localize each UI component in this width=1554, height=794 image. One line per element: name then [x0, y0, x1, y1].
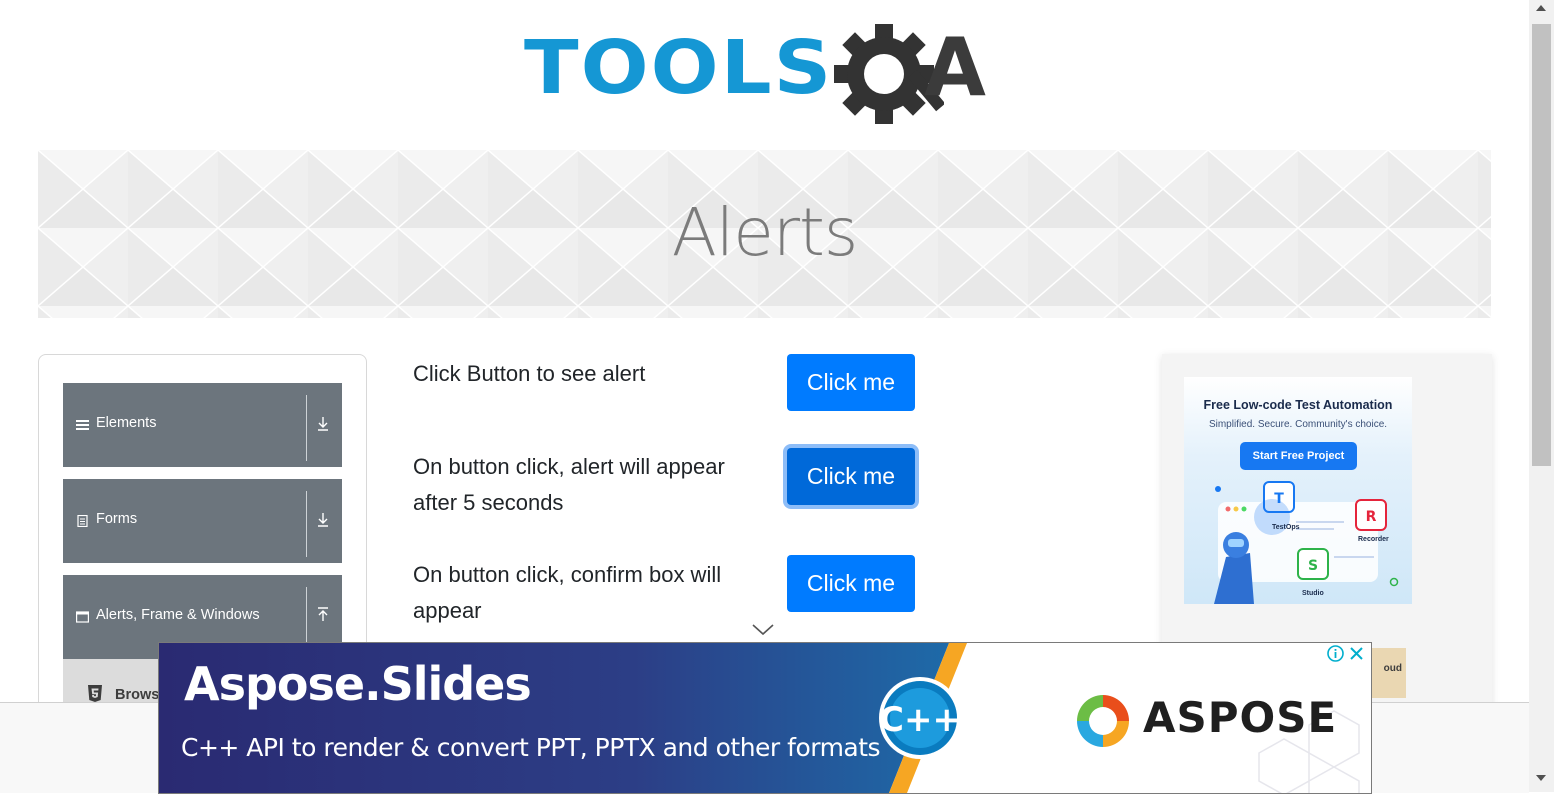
divider [306, 491, 307, 557]
katalon-ad[interactable]: Free Low-code Test Automation Simplified… [1184, 377, 1412, 604]
ad-tool-label: Recorder [1358, 536, 1389, 543]
sidebar-group-label: Forms [96, 511, 138, 527]
svg-text:S: S [1308, 558, 1318, 574]
ad-headline: Free Low-code Test Automation [1203, 398, 1393, 412]
timer-alert-row-text: On button click, alert will appear after… [413, 454, 725, 515]
aspose-brand-text: ASPOSE [1143, 693, 1338, 742]
ad-info-icon[interactable] [1326, 644, 1345, 663]
ad-title: Aspose.Slides [184, 657, 532, 711]
ad-tagline: Simplified. Secure. Community's choice. [1208, 419, 1388, 430]
logo-tools-text: TOOLS [524, 24, 834, 111]
ad-tool-label: Studio [1302, 590, 1324, 597]
sidebar-group-label: Elements [96, 415, 157, 431]
chevron-down-icon[interactable] [752, 624, 774, 636]
scrollbar-thumb[interactable] [1532, 24, 1551, 466]
bottom-banner-ad[interactable]: Aspose.Slides C++ API to render & conver… [158, 642, 1372, 794]
ad-cta-button[interactable]: Start Free Project [1240, 442, 1357, 470]
peek-text: oud [1383, 663, 1402, 674]
confirm-button[interactable]: Click me [787, 555, 915, 612]
toolsqa-logo[interactable]: TOOLS A QA [524, 22, 1010, 134]
page-title: Alerts [671, 194, 859, 271]
upload-arrow-icon[interactable] [315, 605, 331, 625]
sidebar-item-label: Brows [115, 687, 160, 703]
scroll-down-arrow-icon[interactable] [1536, 775, 1546, 781]
sidebar-group-elements[interactable]: Elements [63, 383, 342, 467]
cpp-logo-icon: C++ [879, 677, 961, 759]
html5-icon [88, 685, 102, 702]
download-arrow-icon[interactable] [315, 413, 331, 433]
alert-button[interactable]: Click me [787, 354, 915, 411]
form-icon [77, 515, 88, 527]
ad-subtitle: C++ API to render & convert PPT, PPTX an… [181, 733, 881, 762]
page-banner: Alerts [38, 150, 1491, 318]
confirm-row-text: On button click, confirm box will appear [413, 562, 722, 623]
divider [306, 395, 307, 461]
svg-text:R: R [1366, 509, 1377, 525]
download-arrow-icon[interactable] [315, 509, 331, 529]
vertical-scrollbar[interactable] [1529, 0, 1554, 792]
cpp-label: C++ [879, 700, 961, 740]
sidebar-group-label: Alerts, Frame & Windows [96, 607, 260, 623]
menu-icon [76, 420, 89, 430]
ad-tool-label: TestOps [1272, 524, 1300, 531]
timer-alert-button[interactable]: Click me [787, 448, 915, 505]
scroll-up-arrow-icon[interactable] [1536, 5, 1546, 11]
alert-row-text: Click Button to see alert [413, 361, 646, 386]
sidebar-group-forms[interactable]: Forms [63, 479, 342, 563]
window-icon [76, 611, 89, 623]
logo-a-text: A [924, 21, 986, 114]
aspose-swirl-icon [1077, 695, 1129, 747]
ad-close-icon[interactable] [1347, 644, 1366, 663]
